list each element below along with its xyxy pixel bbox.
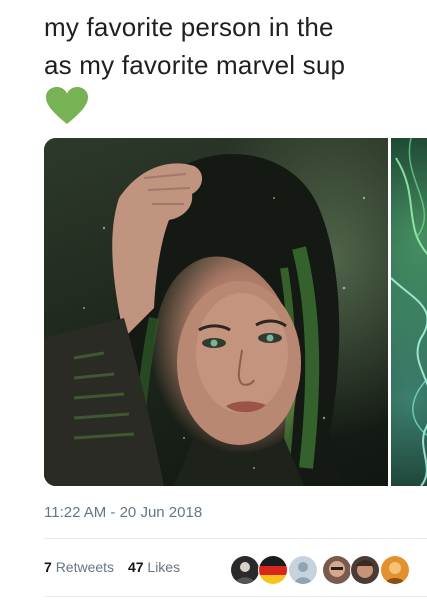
likes-count: 47 bbox=[127, 559, 144, 575]
likes-stat[interactable]: 47 Likes bbox=[128, 559, 180, 575]
photo-second[interactable] bbox=[391, 138, 427, 486]
likes-label: Likes bbox=[147, 559, 181, 575]
avatar-face-icon bbox=[351, 556, 379, 584]
tweet-text-line: as my favorite marvel sup bbox=[44, 50, 346, 80]
avatar-face-icon bbox=[323, 556, 351, 584]
tweet-text-line: my favorite person in the bbox=[44, 12, 334, 42]
divider bbox=[44, 596, 427, 597]
liker-avatar[interactable] bbox=[380, 555, 410, 585]
energy-illustration bbox=[391, 138, 427, 486]
retweets-count: 7 bbox=[44, 559, 52, 575]
green-heart-icon bbox=[46, 87, 88, 124]
retweets-label: Retweets bbox=[55, 559, 115, 575]
tweet-timestamp[interactable]: 11:22 AM - 20 Jun 2018 bbox=[44, 504, 202, 521]
liker-avatar[interactable] bbox=[230, 555, 260, 585]
liker-avatar[interactable] bbox=[350, 555, 380, 585]
avatar-default-icon bbox=[289, 556, 317, 584]
portrait-illustration bbox=[44, 154, 366, 486]
tweet-media[interactable] bbox=[44, 138, 427, 486]
avatar-dark-icon bbox=[231, 556, 259, 584]
tweet-card: my favorite person in the as my favorite… bbox=[0, 0, 427, 600]
avatar-flag-icon bbox=[259, 556, 287, 584]
photo-portrait[interactable] bbox=[44, 138, 388, 486]
retweets-stat[interactable]: 7 Retweets bbox=[44, 559, 114, 575]
divider bbox=[44, 538, 427, 539]
liker-avatar[interactable] bbox=[322, 555, 352, 585]
tweet-text: my favorite person in the as my favorite… bbox=[44, 8, 427, 84]
liker-avatar[interactable] bbox=[258, 555, 288, 585]
liker-avatar[interactable] bbox=[288, 555, 318, 585]
tweet-stats: 7 Retweets 47 Likes bbox=[44, 559, 190, 575]
avatar-orange-icon bbox=[381, 556, 409, 584]
